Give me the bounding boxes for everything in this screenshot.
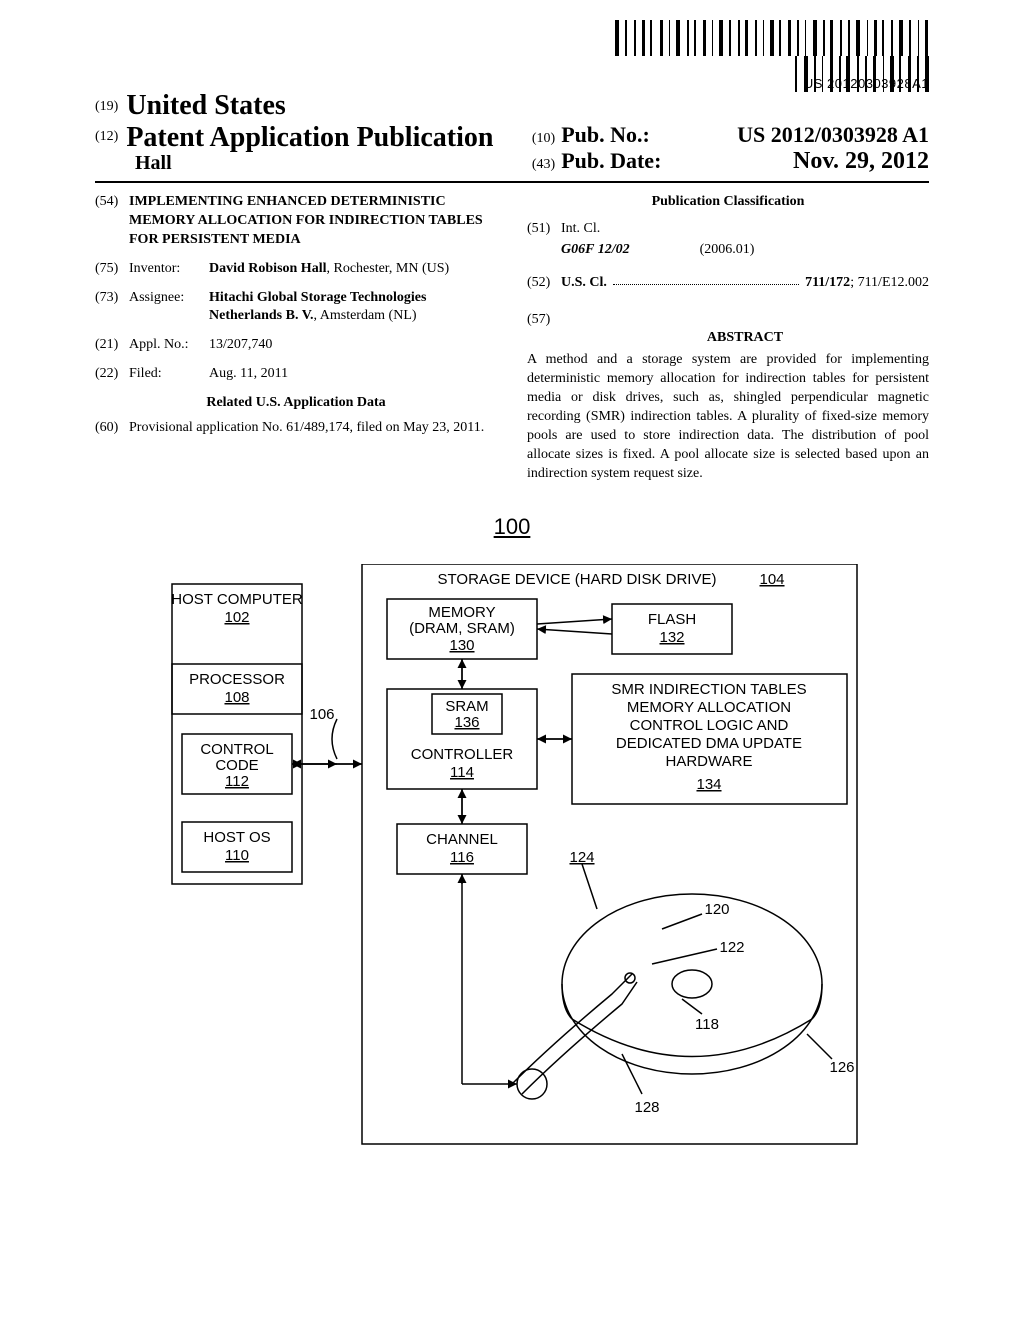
country: United States: [126, 90, 285, 121]
barcode-area: US 20120303928A1: [609, 20, 929, 91]
appl-no-value: 13/207,740: [209, 336, 497, 355]
pub-date-code: (43): [532, 157, 555, 173]
filed-value: Aug. 11, 2011: [209, 365, 497, 384]
flash-label: FLASH: [648, 611, 696, 628]
header-block: (19) United States (12) Patent Applicati…: [95, 90, 929, 175]
uscl-label: U.S. Cl.: [561, 274, 607, 293]
intcl-label: Int. Cl.: [561, 220, 929, 239]
bibliographic-section: (54) IMPLEMENTING ENHANCED DETERMINISTIC…: [95, 193, 929, 484]
disk-ref-128: 128: [634, 1099, 659, 1116]
sram-label: SRAM: [445, 698, 488, 715]
barcode: [609, 20, 929, 56]
host-os-label: HOST OS: [203, 829, 270, 846]
smr-l1: SMR INDIRECTION TABLES: [611, 681, 806, 698]
processor-ref: 108: [224, 689, 249, 706]
title-code: (54): [95, 193, 129, 250]
abstract-text: A method and a storage system are provid…: [527, 351, 929, 483]
invention-title: IMPLEMENTING ENHANCED DETERMINISTIC MEMO…: [129, 193, 497, 250]
disk-ref-122: 122: [719, 939, 744, 956]
uscl-dots: [613, 274, 799, 285]
inventor-location: , Rochester, MN (US): [326, 261, 449, 276]
channel-ref: 116: [450, 849, 474, 866]
control-code-ref: 112: [225, 773, 249, 790]
code-12: (12): [95, 129, 118, 144]
sram-ref: 136: [454, 714, 479, 731]
patent-page: US 20120303928A1 (19) United States (12)…: [0, 0, 1024, 1320]
figure-ref-100: 100: [494, 514, 531, 540]
memory-label-2: (DRAM, SRAM): [409, 620, 515, 637]
host-computer-ref: 102: [224, 609, 249, 626]
pub-date-value: Nov. 29, 2012: [793, 148, 929, 175]
controller-label: CONTROLLER: [411, 746, 514, 763]
smr-l4: DEDICATED DMA UPDATE: [616, 735, 802, 752]
memory-ref: 130: [449, 637, 474, 654]
system-diagram: HOST COMPUTER 102 PROCESSOR 108 CONTROL …: [162, 564, 862, 1164]
intcl-code: (51): [527, 220, 561, 239]
publication-title: Patent Application Publication: [126, 122, 493, 153]
pub-class-heading: Publication Classification: [527, 193, 929, 212]
assignee-location: , Amsterdam (NL): [314, 308, 417, 323]
pub-no-code: (10): [532, 131, 555, 147]
disk-ref-120: 120: [704, 901, 729, 918]
flash-ref: 132: [659, 629, 684, 646]
related-app-heading: Related U.S. Application Data: [95, 394, 497, 413]
appl-code: (21): [95, 336, 129, 355]
provisional-code: (60): [95, 419, 129, 438]
divider-rule: [95, 181, 929, 183]
control-code-label-2: CODE: [215, 757, 258, 774]
host-os-ref: 110: [225, 847, 249, 864]
controller-ref: 114: [450, 764, 474, 781]
assignee-code: (73): [95, 289, 129, 327]
inventor-name: David Robison Hall: [209, 261, 326, 276]
filed-code: (22): [95, 365, 129, 384]
inventor-label: Inventor:: [129, 260, 209, 279]
pub-date-label: Pub. Date:: [561, 148, 661, 174]
barcode-number: US 20120303928A1: [609, 76, 929, 91]
assignee-label: Assignee:: [129, 289, 209, 327]
uscl-primary: 711/172: [805, 275, 850, 290]
pub-no-value: US 2012/0303928 A1: [737, 122, 929, 148]
author-last-name: Hall: [135, 152, 532, 175]
smr-l2: MEMORY ALLOCATION: [627, 699, 791, 716]
abstract-code: (57): [527, 311, 561, 352]
disk-ref-118: 118: [695, 1016, 719, 1033]
control-code-label-1: CONTROL: [200, 741, 273, 758]
intcl-year: (2006.01): [700, 241, 755, 260]
processor-label: PROCESSOR: [189, 671, 285, 688]
uscl-secondary: ; 711/E12.002: [850, 275, 929, 290]
smr-ref: 134: [696, 776, 721, 793]
filed-label: Filed:: [129, 365, 209, 384]
abstract-heading: ABSTRACT: [561, 329, 929, 348]
host-computer-label: HOST COMPUTER: [171, 591, 303, 608]
pub-no-label: Pub. No.:: [561, 122, 650, 148]
appl-label: Appl. No.:: [129, 336, 209, 355]
inventor-code: (75): [95, 260, 129, 279]
smr-l5: HARDWARE: [666, 753, 753, 770]
intcl-class: G06F 12/02: [561, 241, 630, 260]
channel-label: CHANNEL: [426, 831, 498, 848]
memory-label-1: MEMORY: [428, 604, 495, 621]
figure-area: 100 HOST COMPUTER 102 PROCESSOR 108 CONT: [95, 514, 929, 1164]
disk-ref-126: 126: [829, 1059, 854, 1076]
storage-device-ref: 104: [759, 571, 784, 588]
disk-ref-124: 124: [569, 849, 594, 866]
storage-device-label: STORAGE DEVICE (HARD DISK DRIVE): [438, 571, 717, 588]
bus-ref: 106: [309, 706, 334, 723]
smr-l3: CONTROL LOGIC AND: [630, 717, 789, 734]
uscl-code: (52): [527, 274, 561, 293]
provisional-text: Provisional application No. 61/489,174, …: [129, 419, 497, 438]
code-19: (19): [95, 99, 118, 114]
